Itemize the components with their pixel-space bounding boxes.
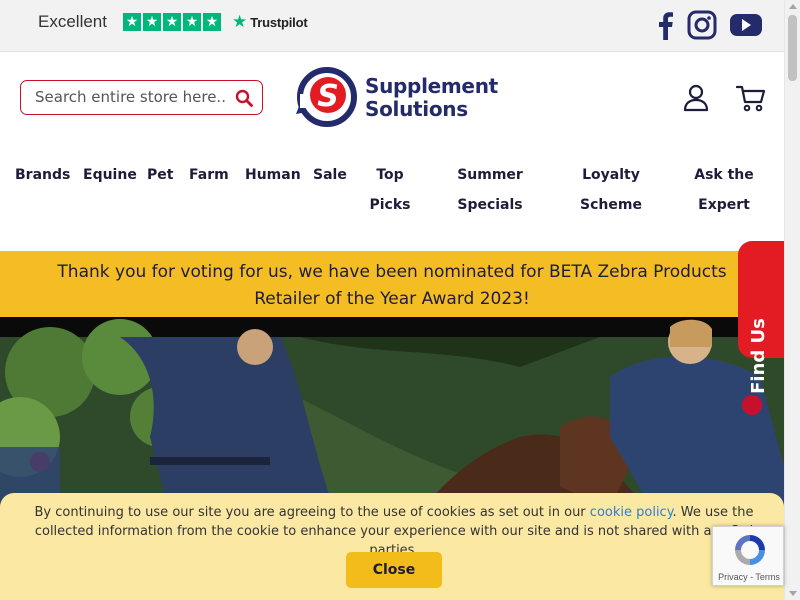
recaptcha-icon	[735, 535, 765, 565]
star-icon: ★	[143, 13, 161, 31]
find-us-label-wrap: Find Us	[742, 277, 788, 394]
nav-item-label-line1: Summer	[457, 167, 523, 183]
cookie-notice: By continuing to use our site you are ag…	[0, 493, 784, 600]
nav-item-loyalty-scheme[interactable]: Loyalty Scheme	[576, 160, 646, 220]
search-box[interactable]	[20, 80, 263, 115]
nav-item-sale[interactable]: Sale	[313, 160, 347, 190]
nav-item-label-line2: Picks	[369, 197, 411, 213]
nav-item-summer-specials[interactable]: Summer Specials	[455, 160, 525, 220]
cookie-text-before: By continuing to use our site you are ag…	[34, 505, 590, 520]
scroll-up-arrow-icon[interactable]	[789, 4, 797, 9]
youtube-icon	[730, 14, 762, 36]
announcement-banner[interactable]: Thank you for voting for us, we have bee…	[0, 251, 784, 317]
nav-item-human[interactable]: Human	[245, 160, 301, 190]
nav-item-label-line2: Specials	[457, 197, 523, 213]
nav-item-label-line1: Loyalty	[582, 167, 640, 183]
nav-item-brands[interactable]: Brands	[15, 160, 70, 190]
search-icon[interactable]	[235, 89, 253, 107]
star-icon: ★	[123, 13, 141, 31]
nav-item-label-line1: Ask the	[694, 167, 754, 183]
search-input[interactable]	[35, 88, 225, 106]
star-icon: ★	[183, 13, 201, 31]
nav-item-pet[interactable]: Pet	[147, 160, 173, 190]
logo-line-2: Solutions	[365, 97, 468, 121]
star-icon: ★	[203, 13, 221, 31]
recaptcha-badge[interactable]: Privacy - Terms	[712, 526, 784, 586]
scroll-down-arrow-icon[interactable]	[789, 591, 797, 596]
nav-item-farm[interactable]: Farm	[189, 160, 229, 190]
supplement-solutions-logo-icon[interactable]: S	[294, 64, 358, 130]
account-icon[interactable]	[683, 84, 709, 112]
top-bar: Excellent ★ ★ ★ ★ ★ ★ Trustpilot	[0, 0, 784, 52]
instagram-link[interactable]	[686, 10, 718, 40]
announcement-line-1: Thank you for voting for us, we have bee…	[57, 262, 727, 282]
youtube-link[interactable]	[729, 10, 762, 40]
logo-line-1: Supplement	[365, 74, 498, 98]
trustpilot-label: Trustpilot	[250, 15, 308, 30]
facebook-icon	[659, 12, 673, 40]
trustpilot-logo[interactable]: ★ Trustpilot	[232, 12, 308, 32]
star-icon: ★	[163, 13, 181, 31]
nav-item-label-line2: Scheme	[580, 197, 642, 213]
trustpilot-rating-label: Excellent	[38, 12, 107, 31]
scrollbar-thumb[interactable]	[788, 15, 797, 81]
announcement-line-2: Retailer of the Year Award 2023!	[254, 289, 530, 309]
svg-text:S: S	[317, 79, 339, 114]
logo-wordmark[interactable]: Supplement Solutions	[365, 75, 498, 121]
nav-item-label-line2: Expert	[698, 197, 750, 213]
recaptcha-terms[interactable]: Privacy - Terms	[713, 572, 785, 582]
find-us-tab[interactable]: Find Us	[738, 241, 784, 394]
instagram-icon	[687, 10, 717, 40]
trustpilot-stars[interactable]: ★ ★ ★ ★ ★	[123, 13, 221, 31]
announcement-text: Thank you for voting for us, we have bee…	[40, 259, 744, 313]
trustpilot-star-icon: ★	[232, 12, 248, 32]
find-us-label: Find Us	[748, 318, 769, 394]
nav-item-equine[interactable]: Equine	[83, 160, 137, 190]
nav-item-ask-the-expert[interactable]: Ask the Expert	[690, 160, 758, 220]
cart-icon[interactable]	[736, 84, 766, 112]
nav-item-label-line1: Top	[376, 167, 404, 183]
facebook-link[interactable]	[650, 10, 682, 40]
cookie-policy-link[interactable]: cookie policy	[590, 505, 673, 520]
nav-item-top-picks[interactable]: Top Picks	[365, 160, 415, 220]
cookie-close-button[interactable]: Close	[346, 552, 442, 588]
